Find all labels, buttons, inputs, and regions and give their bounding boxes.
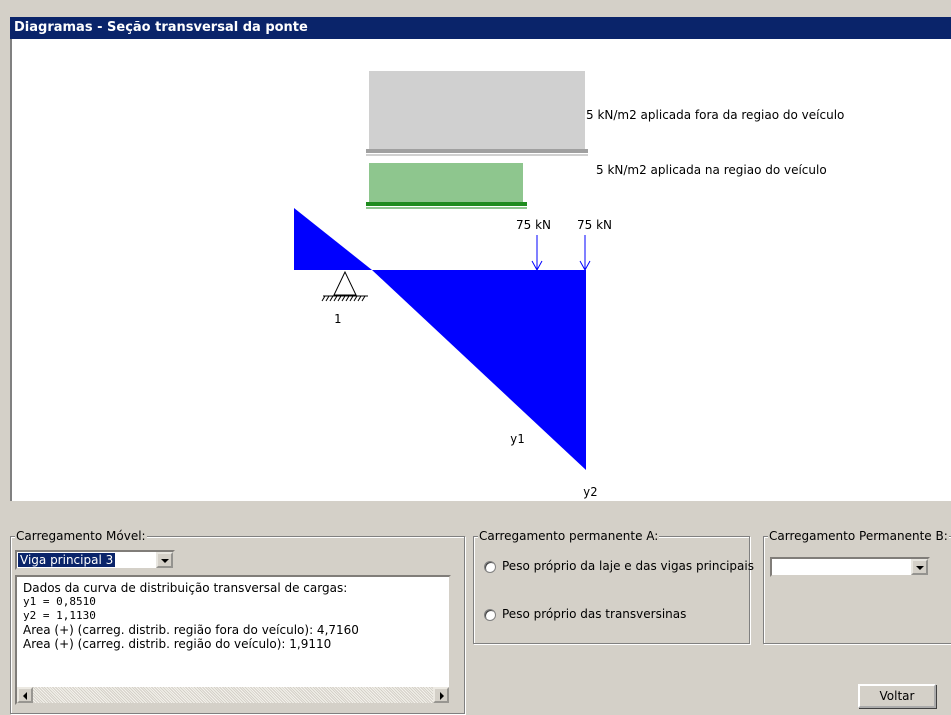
influence-positive-area — [372, 270, 586, 470]
pin-support-icon — [321, 270, 368, 302]
support-number-label: 1 — [334, 312, 342, 326]
info-line: y2 = 1,1130 — [23, 609, 96, 622]
y1-label: y1 — [510, 432, 525, 446]
scroll-right-icon[interactable] — [433, 687, 449, 703]
radio-transverse-beams[interactable] — [484, 609, 496, 621]
permanent-b-select-value — [773, 560, 777, 574]
info-lines: Dados da curva de distribuição transvers… — [23, 581, 359, 651]
horizontal-scrollbar[interactable] — [17, 687, 449, 703]
scroll-left-icon[interactable] — [17, 687, 33, 703]
chevron-down-icon[interactable] — [156, 552, 173, 568]
info-line: Area (+) (carreg. distrib. região fora d… — [23, 623, 359, 637]
point-load-arrow-1 — [531, 235, 543, 272]
radio-slab-beams-label[interactable]: Peso próprio da laje e das vigas princip… — [502, 559, 754, 573]
info-line: y1 = 0,8510 — [23, 595, 96, 608]
inside-vehicle-distributed-load — [366, 163, 527, 209]
outside-load-label: 5 kN/m2 aplicada fora da regiao do veícu… — [586, 108, 845, 122]
point-load-2-label: 75 kN — [577, 218, 613, 232]
point-load-1-label: 75 kN — [516, 218, 552, 232]
back-button[interactable]: Voltar — [858, 684, 936, 708]
diagram-canvas: 5 kN/m2 aplicada fora da regiao do veícu… — [10, 39, 951, 501]
point-load-arrow-2 — [579, 235, 591, 272]
info-line: Dados da curva de distribuição transvers… — [23, 581, 348, 595]
moving-load-title: Carregamento Móvel: — [15, 528, 147, 544]
distribution-info-text[interactable]: Dados da curva de distribuição transvers… — [15, 575, 451, 705]
beam-select-value: Viga principal 3 — [18, 553, 116, 567]
permanent-b-select[interactable] — [770, 557, 930, 577]
chevron-down-icon[interactable] — [911, 559, 928, 575]
outside-vehicle-distributed-load — [366, 71, 588, 156]
influence-negative-area — [294, 208, 372, 270]
permanent-load-b-title: Carregamento Permanente B: — [768, 528, 949, 544]
window-title: Diagramas - Seção transversal da ponte — [10, 17, 951, 39]
permanent-load-a-title: Carregamento permanente A: — [478, 528, 660, 544]
y2-label: y2 — [583, 485, 598, 499]
radio-transverse-beams-label[interactable]: Peso próprio das transversinas — [502, 607, 686, 621]
radio-slab-beams[interactable] — [484, 561, 496, 573]
inside-load-label: 5 kN/m2 aplicada na regiao do veículo — [596, 163, 827, 177]
info-line: Area (+) (carreg. distrib. região do veí… — [23, 637, 332, 651]
permanent-load-a-group: Carregamento permanente A: — [473, 528, 750, 644]
permanent-load-b-group: Carregamento Permanente B: — [763, 528, 951, 644]
beam-select[interactable]: Viga principal 3 — [15, 550, 175, 570]
